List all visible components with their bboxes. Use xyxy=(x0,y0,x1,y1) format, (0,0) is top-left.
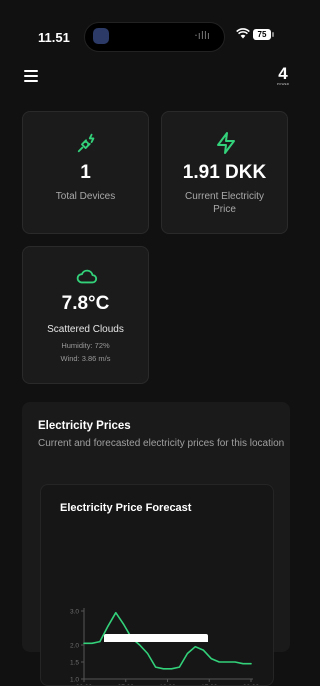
status-time: 11.51 xyxy=(38,30,70,45)
price-forecast-chart: 3.0 2.0 1.5 1.002:00 07:00 12:00 17:00 23:00 xyxy=(70,608,260,685)
battery-tip xyxy=(272,32,274,37)
battery-icon: 75 xyxy=(253,29,271,40)
status-bar: 11.51 ·ıllı 75 xyxy=(0,0,295,60)
x-tick-label: 17:00 xyxy=(201,684,218,685)
current-price-label: Current Electricity Price xyxy=(162,190,287,216)
logo-subtext: POWER xyxy=(276,82,290,86)
y-tick-label: 1.5 xyxy=(70,660,79,667)
total-devices-card[interactable]: 1 Total Devices xyxy=(22,111,149,234)
x-tick-label: 07:00 xyxy=(118,684,135,685)
x-tick-label: 12:00 xyxy=(159,684,176,685)
current-price-value: 1.91 DKK xyxy=(182,162,267,183)
current-price-label-line2: Price xyxy=(213,204,236,215)
cloud-icon xyxy=(76,269,98,284)
electricity-prices-panel: Electricity Prices Current and forecaste… xyxy=(22,402,290,686)
app-logo: 4 POWER xyxy=(273,64,293,88)
y-tick-label: 1.0 xyxy=(70,677,79,684)
electricity-prices-description: Current and forecasted electricity price… xyxy=(38,438,285,449)
camera-app-icon xyxy=(93,28,109,44)
lightning-icon xyxy=(217,132,235,154)
total-devices-value: 1 xyxy=(80,162,91,183)
temperature-value: 7.8°C xyxy=(61,293,110,314)
wind-text: Wind: 3.86 m/s xyxy=(60,354,111,363)
y-tick-label: 3.0 xyxy=(70,609,79,616)
weather-card[interactable]: 7.8°C Scattered Clouds Humidity: 72% Win… xyxy=(22,246,149,384)
bottom-sheet-handle[interactable] xyxy=(104,634,208,642)
weather-condition: Scattered Clouds xyxy=(47,324,124,335)
electricity-prices-title: Electricity Prices xyxy=(38,420,131,432)
logo-text: 4 xyxy=(278,64,288,83)
y-tick-label: 2.0 xyxy=(70,643,79,650)
audio-wave-icon: ·ıllı xyxy=(194,29,210,42)
x-tick-label: 23:00 xyxy=(243,684,260,685)
dynamic-island: ·ıllı xyxy=(84,22,225,52)
x-tick-label: 02:00 xyxy=(76,684,93,685)
price-forecast-chart-card: Electricity Price Forecast 3.02.01.51.00… xyxy=(40,484,274,686)
wifi-icon xyxy=(236,28,250,39)
current-price-card[interactable]: 1.91 DKK Current Electricity Price xyxy=(161,111,288,234)
humidity-text: Humidity: 72% xyxy=(61,341,110,350)
hamburger-menu-icon[interactable] xyxy=(24,70,38,82)
total-devices-label: Total Devices xyxy=(55,191,116,202)
current-price-label-line1: Current Electricity xyxy=(185,191,264,202)
plug-icon xyxy=(77,133,95,153)
